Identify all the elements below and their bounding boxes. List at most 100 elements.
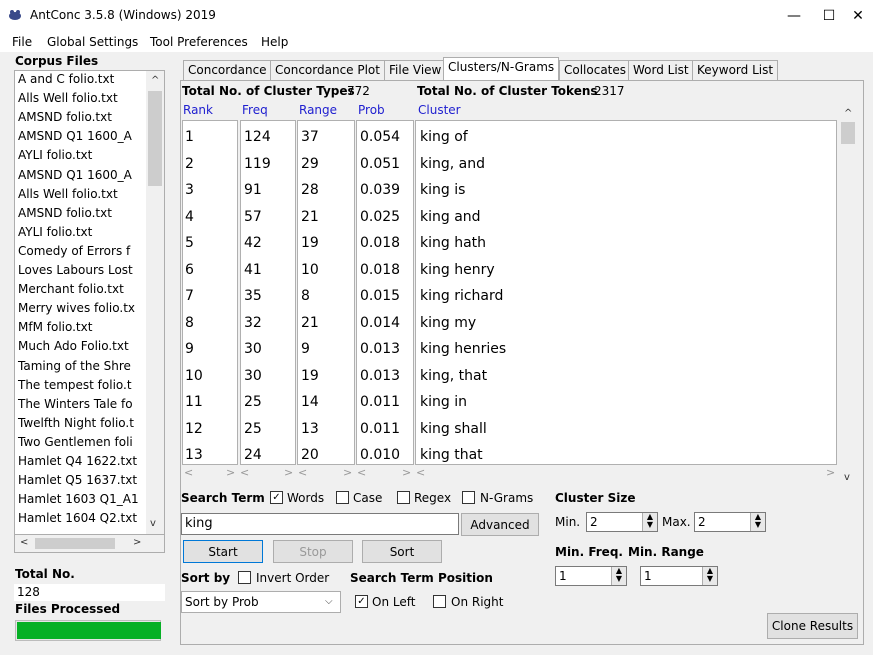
menu-help[interactable]: Help: [261, 35, 288, 49]
range-cell[interactable]: 19: [301, 368, 319, 384]
maximize-button[interactable]: ☐: [814, 4, 844, 28]
on-left-checkbox[interactable]: ✓: [355, 594, 368, 608]
prob-cell[interactable]: 0.011: [360, 421, 400, 437]
menu-tool-preferences[interactable]: Tool Preferences: [150, 35, 248, 49]
column-header-freq[interactable]: Freq: [242, 103, 268, 117]
scrollbar-thumb[interactable]: [148, 91, 162, 186]
scroll-right-arrow-icon[interactable]: >: [133, 537, 141, 548]
range-cell[interactable]: 14: [301, 394, 319, 410]
column-header-rank[interactable]: Rank: [183, 103, 213, 117]
tab-word-list[interactable]: Word List: [628, 60, 694, 80]
max-spinner-icon[interactable]: ▲ ▼: [750, 513, 765, 531]
prob-cell[interactable]: 0.010: [360, 447, 400, 463]
results-hscrollbars[interactable]: < > < > < > < > < >: [182, 466, 837, 480]
results-vscrollbar[interactable]: ^: [838, 104, 858, 466]
freq-cell[interactable]: 24: [244, 447, 262, 463]
tab-clusters-ngrams[interactable]: Clusters/N-Grams: [443, 57, 560, 81]
sort-by-select[interactable]: Sort by Prob ⌵: [181, 591, 341, 613]
prob-cell[interactable]: 0.013: [360, 368, 400, 384]
column-header-cluster[interactable]: Cluster: [418, 103, 461, 117]
rank-cell[interactable]: 2: [185, 156, 194, 172]
freq-cell[interactable]: 41: [244, 262, 262, 278]
freq-cell[interactable]: 25: [244, 421, 262, 437]
clone-results-button[interactable]: Clone Results: [767, 613, 858, 639]
prob-cell[interactable]: 0.013: [360, 341, 400, 357]
freq-cell[interactable]: 42: [244, 235, 262, 251]
min-cluster-size-input[interactable]: 2 ▲ ▼: [586, 512, 658, 532]
prob-cell[interactable]: 0.015: [360, 288, 400, 304]
ngrams-checkbox[interactable]: [462, 490, 475, 504]
hscrollbar-thumb[interactable]: [35, 538, 115, 549]
prob-cell[interactable]: 0.018: [360, 235, 400, 251]
corpus-file-item[interactable]: Alls Well folio.txt: [18, 91, 118, 105]
min-freq-input[interactable]: 1 ▲ ▼: [555, 566, 627, 586]
range-cell[interactable]: 21: [301, 209, 319, 225]
cluster-cell[interactable]: king shall: [420, 421, 487, 437]
column-header-prob[interactable]: Prob: [358, 103, 385, 117]
results-scroll-thumb[interactable]: [841, 122, 855, 144]
prob-cell[interactable]: 0.051: [360, 156, 400, 172]
menu-global-settings[interactable]: Global Settings: [47, 35, 138, 49]
rank-cell[interactable]: 8: [185, 315, 194, 331]
range-cell[interactable]: 29: [301, 156, 319, 172]
tab-collocates[interactable]: Collocates: [559, 60, 632, 80]
range-cell[interactable]: 8: [301, 288, 310, 304]
corpus-file-item[interactable]: Hamlet 1603 Q1_A1: [18, 492, 139, 506]
corpus-file-item[interactable]: AMSND folio.txt: [18, 206, 112, 220]
range-cell[interactable]: 21: [301, 315, 319, 331]
corpus-file-item[interactable]: AYLI folio.txt: [18, 225, 92, 239]
prob-cell[interactable]: 0.025: [360, 209, 400, 225]
freq-cell[interactable]: 32: [244, 315, 262, 331]
corpus-file-item[interactable]: Hamlet Q5 1637.txt: [18, 473, 137, 487]
on-right-checkbox[interactable]: [433, 594, 446, 608]
file-list-scrollbar[interactable]: ^ v: [146, 71, 164, 534]
corpus-file-item[interactable]: The tempest folio.t: [18, 378, 132, 392]
tab-concordance[interactable]: Concordance: [183, 60, 272, 80]
words-checkbox[interactable]: ✓: [270, 490, 283, 504]
corpus-file-list[interactable]: A and C folio.txt Alls Well folio.txt AMSN…: [14, 70, 165, 535]
freq-cell[interactable]: 25: [244, 394, 262, 410]
scroll-up-arrow-icon[interactable]: ^: [151, 75, 159, 86]
close-button[interactable]: ✕: [843, 4, 873, 28]
cluster-cell[interactable]: king hath: [420, 235, 486, 251]
range-cell[interactable]: 9: [301, 341, 310, 357]
cluster-cell[interactable]: king of: [420, 129, 468, 145]
min-freq-spinner-icon[interactable]: ▲ ▼: [611, 567, 626, 585]
cluster-cell[interactable]: king richard: [420, 288, 503, 304]
cluster-cell[interactable]: king and: [420, 209, 481, 225]
range-cell[interactable]: 13: [301, 421, 319, 437]
sort-button[interactable]: Sort: [362, 540, 442, 563]
range-cell[interactable]: 19: [301, 235, 319, 251]
corpus-file-item[interactable]: Hamlet 1604 Q2.txt: [18, 511, 137, 525]
rank-cell[interactable]: 6: [185, 262, 194, 278]
range-cell[interactable]: 37: [301, 129, 319, 145]
prob-cell[interactable]: 0.054: [360, 129, 400, 145]
corpus-file-item[interactable]: Much Ado Folio.txt: [18, 339, 129, 353]
freq-cell[interactable]: 91: [244, 182, 262, 198]
rank-cell[interactable]: 1: [185, 129, 194, 145]
file-list-hscrollbar[interactable]: < >: [14, 535, 165, 553]
prob-cell[interactable]: 0.014: [360, 315, 400, 331]
cluster-cell[interactable]: king in: [420, 394, 467, 410]
tab-file-view[interactable]: File View: [384, 60, 447, 80]
corpus-file-item[interactable]: Loves Labours Lost: [18, 263, 133, 277]
min-range-spinner-icon[interactable]: ▲ ▼: [702, 567, 717, 585]
range-cell[interactable]: 10: [301, 262, 319, 278]
tab-concordance-plot[interactable]: Concordance Plot: [270, 60, 385, 80]
cluster-cell[interactable]: king my: [420, 315, 476, 331]
cluster-cell[interactable]: king henry: [420, 262, 495, 278]
corpus-file-item[interactable]: AYLI folio.txt: [18, 148, 92, 162]
freq-cell[interactable]: 124: [244, 129, 271, 145]
minimize-button[interactable]: —: [779, 4, 809, 28]
rank-cell[interactable]: 11: [185, 394, 203, 410]
prob-cell[interactable]: 0.018: [360, 262, 400, 278]
corpus-file-item[interactable]: Twelfth Night folio.t: [18, 416, 134, 430]
results-scroll-down-icon[interactable]: v: [844, 472, 850, 483]
freq-cell[interactable]: 30: [244, 341, 262, 357]
invert-order-checkbox[interactable]: [238, 570, 251, 584]
corpus-file-item[interactable]: A and C folio.txt: [18, 72, 114, 86]
freq-cell[interactable]: 57: [244, 209, 262, 225]
rank-cell[interactable]: 7: [185, 288, 194, 304]
rank-cell[interactable]: 10: [185, 368, 203, 384]
cluster-cell[interactable]: king henries: [420, 341, 506, 357]
